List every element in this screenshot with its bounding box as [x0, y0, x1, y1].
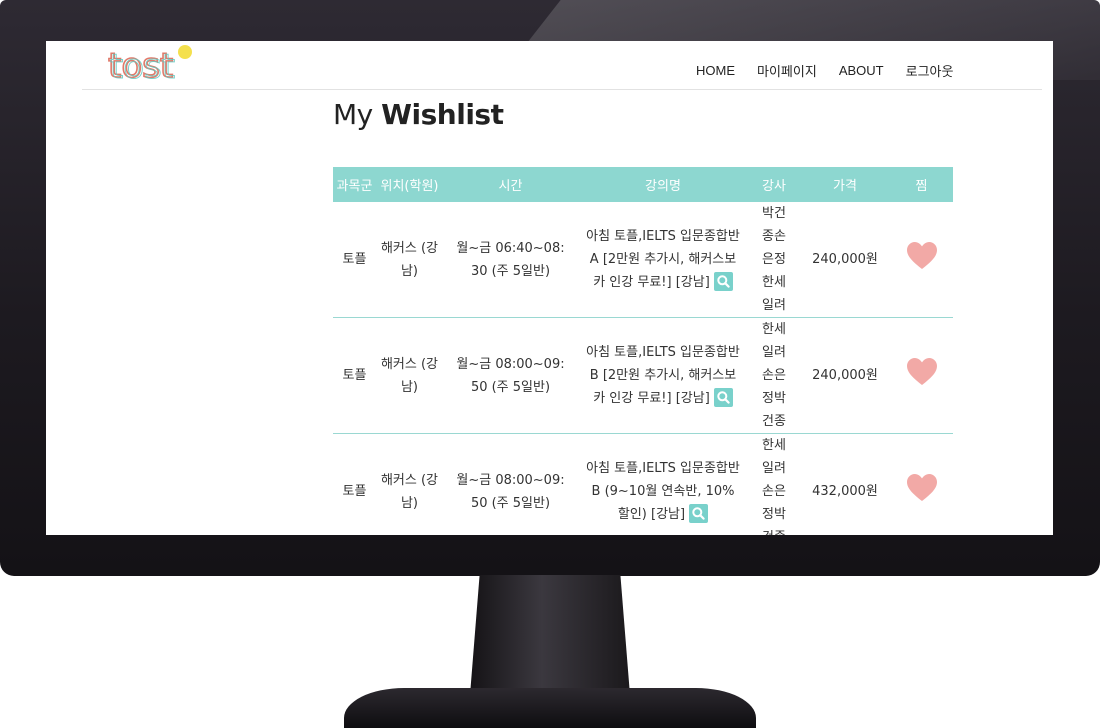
course-search-button[interactable]	[713, 272, 733, 291]
col-teacher: 강사	[748, 167, 800, 202]
course-title[interactable]: 아침 토플,IELTS 입문종합반 B (9~10월 연속반, 10% 할인) …	[586, 461, 740, 522]
cell-course: 아침 토플,IELTS 입문종합반 B (9~10월 연속반, 10% 할인) …	[578, 433, 748, 535]
nav-home[interactable]: HOME	[696, 63, 735, 78]
cell-time: 월~금 08:00~09:50 (주 5일반)	[443, 317, 578, 434]
monitor-stand-base	[344, 688, 756, 728]
course-search-button[interactable]	[713, 388, 733, 407]
wish-toggle-button[interactable]	[906, 473, 938, 510]
wish-toggle-button[interactable]	[906, 241, 938, 278]
cell-wish	[890, 433, 953, 535]
table-row: 토플 해커스 (강남) 월~금 08:00~09:50 (주 5일반) 아침 토…	[333, 317, 953, 434]
cell-subject: 토플	[333, 202, 376, 318]
cell-course: 아침 토플,IELTS 입문종합반 A [2만원 추가시, 해커스보카 인강 무…	[578, 202, 748, 318]
col-location: 위치(학원)	[376, 167, 443, 202]
header-divider	[82, 89, 1042, 90]
cell-location: 해커스 (강남)	[376, 317, 443, 434]
course-search-button[interactable]	[689, 504, 709, 523]
table-row: 토플 해커스 (강남) 월~금 06:40~08:30 (주 5일반) 아침 토…	[333, 202, 953, 318]
cell-teacher: 박건종손은정한세일려	[748, 202, 800, 318]
col-time: 시간	[443, 167, 578, 202]
search-icon	[717, 391, 730, 404]
cell-location: 해커스 (강남)	[376, 433, 443, 535]
cell-price: 240,000원	[800, 202, 890, 318]
col-course: 강의명	[578, 167, 748, 202]
nav-logout[interactable]: 로그아웃	[906, 61, 954, 80]
cell-teacher: 한세일려손은정박건종	[748, 433, 800, 535]
col-price: 가격	[800, 167, 890, 202]
page-title-light: My	[333, 98, 373, 131]
cell-wish	[890, 317, 953, 434]
table-row: 토플 해커스 (강남) 월~금 08:00~09:50 (주 5일반) 아침 토…	[333, 433, 953, 535]
heart-icon	[906, 474, 937, 501]
browser-screen: tost tost HOME 마이페이지 ABOUT 로그아웃 My Wishl…	[46, 41, 1053, 535]
cell-subject: 토플	[333, 317, 376, 434]
cell-subject: 토플	[333, 433, 376, 535]
monitor-stand-neck	[470, 575, 630, 695]
cell-price: 240,000원	[800, 317, 890, 434]
cell-time: 월~금 08:00~09:50 (주 5일반)	[443, 433, 578, 535]
heart-icon	[906, 358, 937, 385]
col-wish: 찜	[890, 167, 953, 202]
page-title-bold: Wishlist	[381, 98, 504, 131]
wish-toggle-button[interactable]	[906, 357, 938, 394]
search-icon	[692, 507, 705, 520]
tost-logo[interactable]: tost tost	[106, 43, 216, 87]
col-subject: 과목군	[333, 167, 376, 202]
wishlist-table: 과목군 위치(학원) 시간 강의명 강사 가격 찜 토플 해커스 (강남) 월~…	[333, 167, 953, 535]
search-icon	[717, 275, 730, 288]
cell-wish	[890, 202, 953, 318]
cell-price: 432,000원	[800, 433, 890, 535]
cell-time: 월~금 06:40~08:30 (주 5일반)	[443, 202, 578, 318]
nav-about[interactable]: ABOUT	[839, 63, 884, 78]
cell-location: 해커스 (강남)	[376, 202, 443, 318]
table-header-row: 과목군 위치(학원) 시간 강의명 강사 가격 찜	[333, 167, 953, 202]
svg-text:tost: tost	[110, 47, 175, 87]
cell-course: 아침 토플,IELTS 입문종합반 B [2만원 추가시, 해커스보카 인강 무…	[578, 317, 748, 434]
nav-mypage[interactable]: 마이페이지	[757, 61, 817, 80]
heart-icon	[906, 242, 937, 269]
top-nav: HOME 마이페이지 ABOUT 로그아웃	[696, 61, 953, 80]
cell-teacher: 한세일려손은정박건종	[748, 317, 800, 434]
page-title: My Wishlist	[333, 98, 504, 131]
